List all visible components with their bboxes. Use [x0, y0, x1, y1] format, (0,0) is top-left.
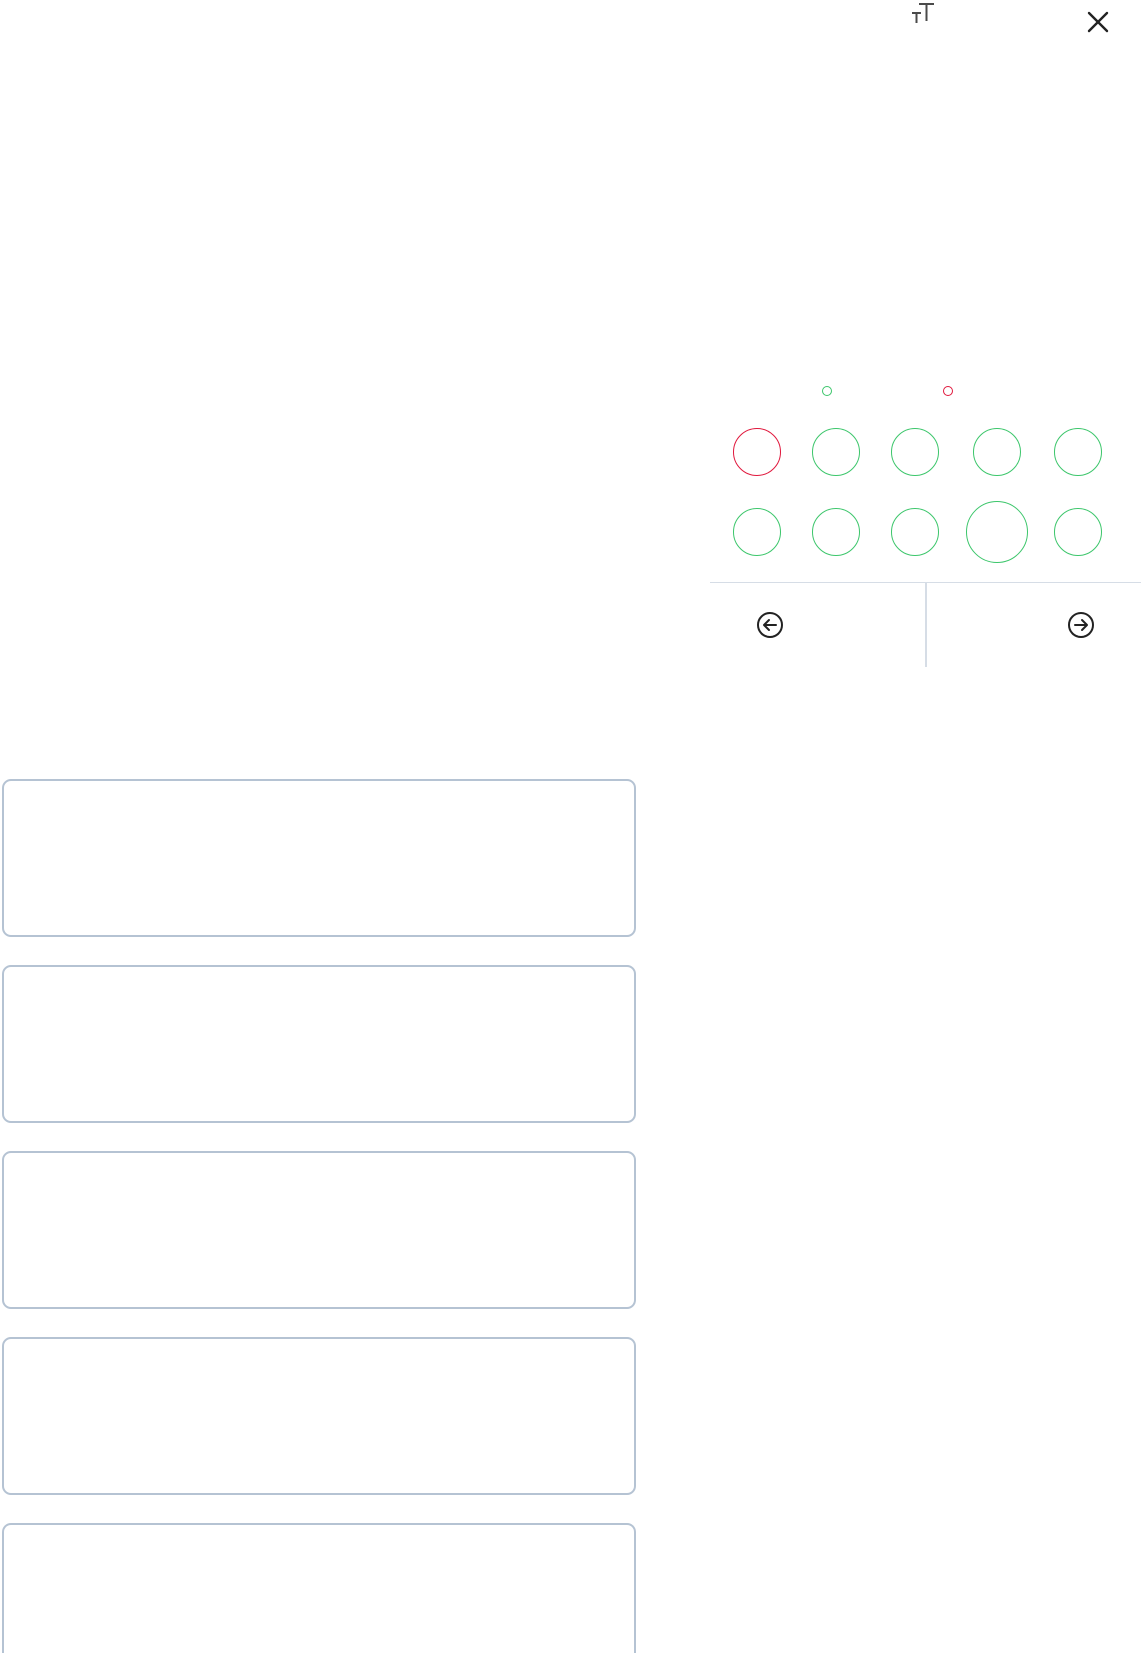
question-circle-3[interactable]: [891, 428, 939, 476]
question-circle-10[interactable]: [1054, 508, 1102, 556]
previous-button[interactable]: [755, 611, 785, 644]
close-icon: [1086, 10, 1110, 39]
question-circle-1[interactable]: [733, 428, 781, 476]
arrow-left-circle-icon: [756, 611, 784, 644]
answer-option-1[interactable]: [2, 779, 636, 937]
answer-option-5[interactable]: [2, 1523, 636, 1653]
font-size-icon: [905, 0, 939, 31]
question-circle-6[interactable]: [733, 508, 781, 556]
question-circle-5[interactable]: [1054, 428, 1102, 476]
answered-legend-dot: [822, 386, 832, 396]
close-button[interactable]: [1080, 6, 1116, 42]
question-circle-2[interactable]: [812, 428, 860, 476]
question-circle-8[interactable]: [891, 508, 939, 556]
answer-option-4[interactable]: [2, 1337, 636, 1495]
font-size-button[interactable]: [902, 0, 942, 30]
answer-option-2[interactable]: [2, 965, 636, 1123]
next-button[interactable]: [1066, 611, 1096, 644]
arrow-right-circle-icon: [1067, 611, 1095, 644]
navigation-divider: [925, 583, 927, 667]
question-circle-4[interactable]: [973, 428, 1021, 476]
flagged-legend-dot: [943, 386, 953, 396]
question-circle-9-current[interactable]: [966, 501, 1028, 563]
answer-option-3[interactable]: [2, 1151, 636, 1309]
question-circle-7[interactable]: [812, 508, 860, 556]
